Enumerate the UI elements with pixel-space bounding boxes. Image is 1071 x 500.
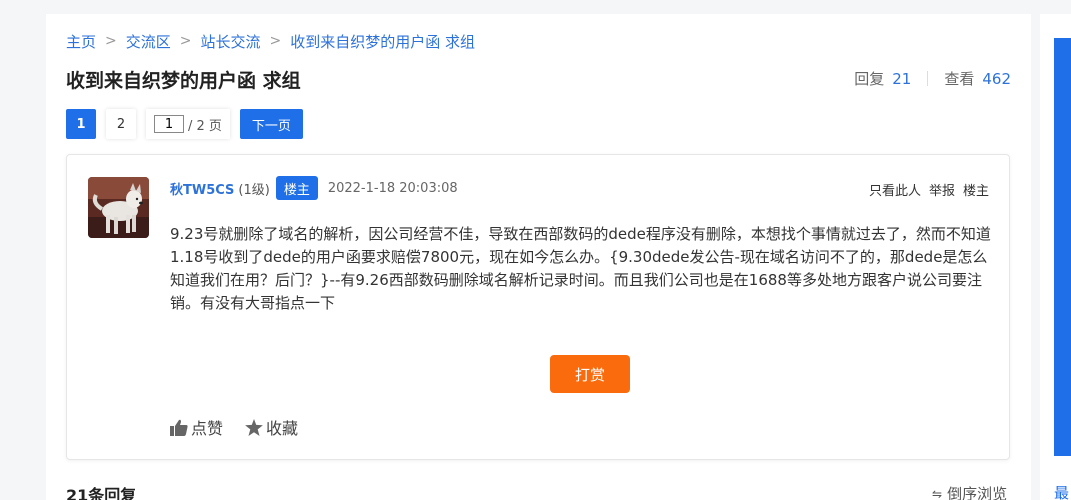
- page-jump-input[interactable]: [154, 115, 184, 133]
- chevron-right-icon: >: [105, 33, 117, 49]
- next-page-button[interactable]: 下一页: [239, 109, 303, 139]
- avatar[interactable]: [88, 177, 149, 238]
- view-count: 462: [982, 69, 1011, 88]
- star-icon: [245, 418, 263, 436]
- page-jump: / 2 页: [146, 109, 230, 139]
- like-label: 点赞: [191, 419, 224, 438]
- favorite-label: 收藏: [266, 419, 299, 438]
- post-actions: 只看此人 举报 楼主: [861, 180, 989, 199]
- floor-label: 楼主: [962, 184, 989, 199]
- page-2-button[interactable]: 2: [106, 109, 136, 139]
- breadcrumb-home[interactable]: 主页: [66, 31, 96, 52]
- sidebar-more-link[interactable]: 最: [1054, 482, 1069, 500]
- breadcrumb-thread[interactable]: 收到来自织梦的用户函 求组: [290, 31, 475, 52]
- report-link[interactable]: 举报: [929, 180, 955, 199]
- favorite-button[interactable]: 收藏: [245, 415, 298, 439]
- view-label: 查看: [944, 70, 975, 88]
- author-name[interactable]: 秋TW5CS: [170, 179, 234, 198]
- breadcrumb: 主页 > 交流区 > 站长交流 > 收到来自织梦的用户函 求组: [66, 31, 475, 51]
- reverse-order-toggle[interactable]: ⇋ 倒序浏览: [932, 483, 1007, 500]
- pagination: 1 2 / 2 页 下一页: [66, 109, 303, 139]
- reverse-order-label: 倒序浏览: [947, 485, 1008, 500]
- breadcrumb-board[interactable]: 站长交流: [201, 31, 261, 52]
- author-level: (1级): [238, 182, 270, 198]
- post-time: 2022-1-18 20:03:08: [327, 180, 458, 196]
- page-title: 收到来自织梦的用户函 求组: [66, 70, 301, 92]
- thread-stats: 回复 21 查看 462: [854, 68, 1011, 89]
- breadcrumb-forum[interactable]: 交流区: [126, 31, 171, 52]
- tip-button[interactable]: 打赏: [550, 355, 630, 393]
- chevron-right-icon: >: [179, 33, 192, 49]
- like-button[interactable]: 点赞: [170, 415, 223, 439]
- stats-divider: [927, 71, 929, 86]
- chevron-right-icon: >: [269, 33, 282, 49]
- post-content: 9.23号就删除了域名的解析，因公司经营不佳，导致在西部数码的dede程序没有删…: [170, 225, 991, 312]
- reply-count: 21: [892, 69, 912, 88]
- page-total: / 2 页: [188, 118, 222, 134]
- thumbs-up-icon: [170, 419, 188, 436]
- sort-icon: ⇋: [932, 486, 943, 500]
- reply-count-heading: 21条回复: [66, 486, 137, 500]
- page-1-button[interactable]: 1: [66, 109, 96, 139]
- post-card: 秋TW5CS (1级) 楼主 2022-1-18 20:03:08 只看此人 举…: [66, 154, 1010, 460]
- only-author-link[interactable]: 只看此人: [869, 180, 921, 199]
- post-bottom-actions: 点赞 收藏: [170, 415, 320, 439]
- sidebar-banner[interactable]: [1054, 38, 1071, 456]
- op-badge: 楼主: [275, 176, 318, 200]
- post-meta: 秋TW5CS (1级) 楼主 2022-1-18 20:03:08: [170, 176, 458, 200]
- reply-label: 回复: [854, 70, 885, 88]
